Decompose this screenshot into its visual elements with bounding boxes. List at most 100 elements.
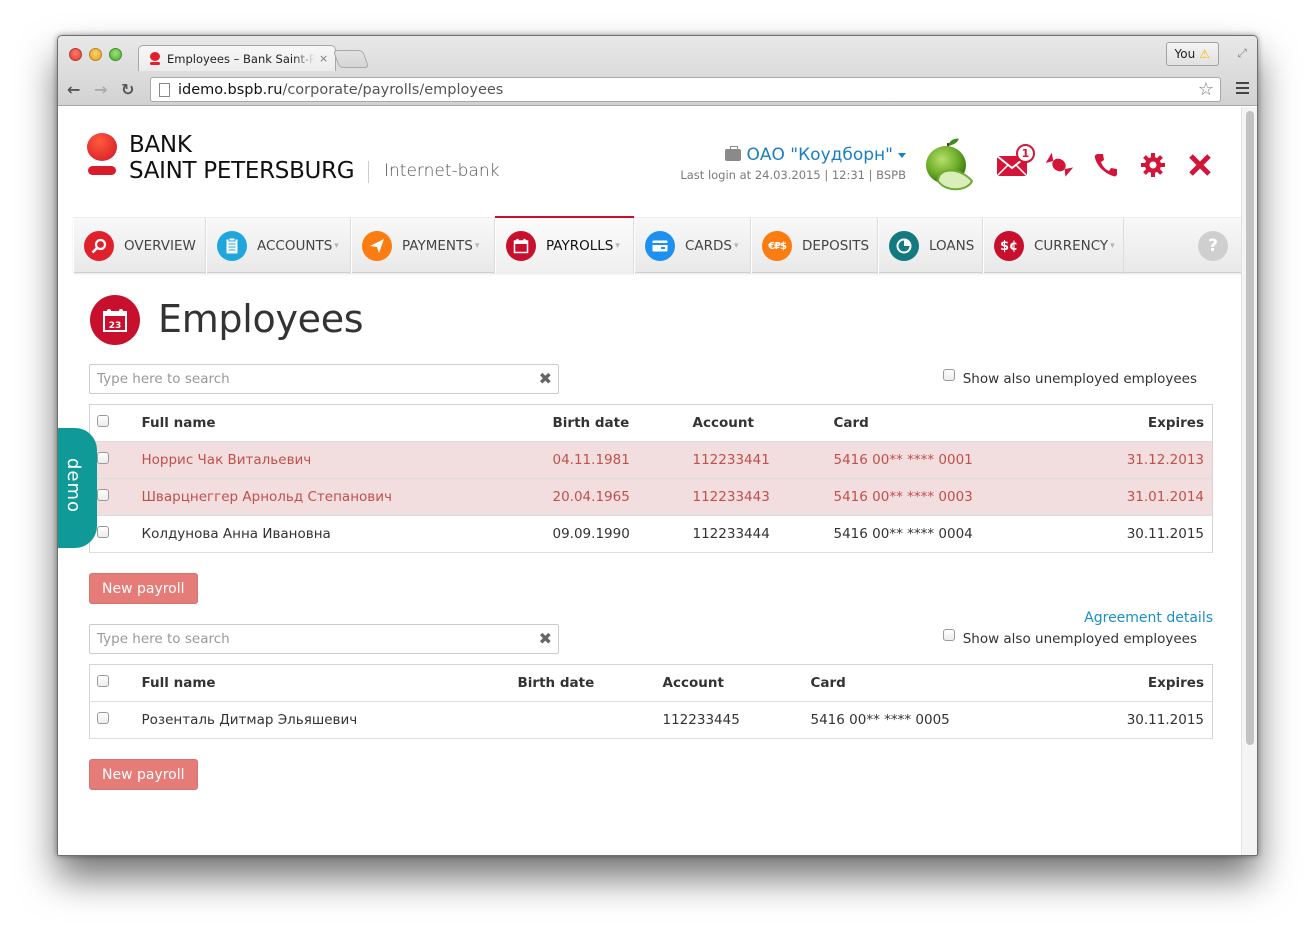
col-full-name[interactable]: Full name [141,664,518,702]
col-birth-date[interactable]: Birth date [552,404,693,442]
company-selector[interactable]: ОАО "Коудборн" Last login at 24.03.2015 … [680,145,906,182]
nav-currency[interactable]: $¢ CURRENCY ▾ [983,218,1124,274]
show-unemployed-label: Show also unemployed employees [962,371,1197,387]
nav-label: ACCOUNTS [257,238,333,254]
clear-search-icon[interactable]: ✖ [539,629,552,648]
vertical-scrollbar[interactable] [1241,107,1257,855]
gifts-button[interactable] [1035,151,1082,179]
new-payroll-button[interactable]: New payroll [89,573,198,604]
pie-icon [889,231,919,261]
table-row[interactable]: Розенталь Дитмар Эльяшевич 112233445 541… [89,701,1213,739]
col-birth-date[interactable]: Birth date [517,664,663,702]
nav-label: PAYROLLS [546,238,614,254]
settings-button[interactable] [1129,151,1176,179]
card-number: 5416 00** **** 0001 [833,441,1069,479]
bookmark-star-icon[interactable]: ☆ [1198,79,1214,100]
help-button[interactable]: ? [1198,231,1228,261]
scrollbar-thumb[interactable] [1246,111,1254,745]
search-field[interactable]: ✖ [89,364,559,394]
table-row[interactable]: Колдунова Анна Ивановна 09.09.1990 11223… [89,515,1213,553]
agreement-details-link[interactable]: Agreement details [1084,610,1213,626]
logo-line2: SAINT PETERSBURG [129,158,355,184]
col-card[interactable]: Card [833,404,1069,442]
select-all-checkbox[interactable] [97,415,109,427]
main-navigation: OVERVIEW ACCOUNTS ▾ PAYMENTS ▾ PAYROLLS … [73,216,1243,274]
close-window-button[interactable] [69,48,82,61]
row-checkbox[interactable] [97,489,109,501]
chevron-down-icon: ▾ [615,241,620,251]
nav-payrolls[interactable]: PAYROLLS ▾ [495,216,634,274]
nav-label: OVERVIEW [124,238,196,254]
minimize-window-button[interactable] [89,48,102,61]
nav-payments[interactable]: PAYMENTS ▾ [351,218,495,274]
row-checkbox[interactable] [97,712,109,724]
employee-name: Розенталь Дитмар Эльяшевич [141,701,518,739]
mail-button[interactable]: 1 [988,144,1035,179]
col-full-name[interactable]: Full name [141,404,553,442]
col-account[interactable]: Account [662,664,811,702]
birth-date: 04.11.1981 [552,441,693,479]
calendar-icon: 23 [90,295,140,345]
clear-search-icon[interactable]: ✖ [539,369,552,388]
col-account[interactable]: Account [692,404,834,442]
product-name: Internet-bank [384,161,500,181]
nav-accounts[interactable]: ACCOUNTS ▾ [206,218,351,274]
back-button[interactable]: ← [67,80,80,99]
search-input[interactable] [90,625,520,653]
demo-label: demo [63,458,84,514]
phone-icon [1094,154,1117,177]
expires-date: 30.11.2015 [1068,515,1213,553]
header-actions: 1 [988,144,1223,179]
nav-label: CARDS [685,238,733,254]
table-header-row: Full name Birth date Account Card Expire… [89,404,1213,442]
fullscreen-icon[interactable]: ⤢ [1237,46,1247,61]
browser-tab[interactable]: Employees – Bank Saint-Petersburg × [138,45,336,71]
nav-label: LOANS [929,238,975,254]
table-row[interactable]: Норрис Чак Витальевич 04.11.1981 1122334… [89,441,1213,479]
nav-deposits[interactable]: €₽$ DEPOSITS [751,218,878,274]
show-unemployed-toggle[interactable]: Show also unemployed employees [942,369,1197,387]
close-icon [1188,154,1211,176]
tab-close-icon[interactable]: × [319,52,328,65]
calendar-icon [506,231,536,261]
search-icon [84,231,114,261]
account-number: 112233443 [692,478,834,516]
candy-icon [1045,152,1073,177]
nav-loans[interactable]: LOANS [878,218,983,274]
show-unemployed-toggle[interactable]: Show also unemployed employees [942,629,1197,647]
search-field[interactable]: ✖ [89,624,559,654]
logo-bar-icon [88,166,116,175]
new-tab-button[interactable] [332,50,370,68]
logo-ball-icon [87,133,117,161]
table-row[interactable]: Шварцнеггер Арнольд Степанович 20.04.196… [89,478,1213,516]
apple-avatar-icon[interactable] [924,137,976,193]
logout-button[interactable] [1176,151,1223,179]
col-expires[interactable]: Expires [1059,664,1213,702]
chevron-down-icon: ▾ [1110,241,1115,251]
paper-plane-icon [362,231,392,261]
reload-button[interactable]: ↻ [121,80,134,99]
row-checkbox[interactable] [97,526,109,538]
address-bar[interactable]: idemo.bspb.ru/corporate/payrolls/employe… [150,77,1221,102]
demo-tab[interactable]: demo [58,428,97,548]
show-unemployed-checkbox[interactable] [942,629,955,641]
phone-button[interactable] [1082,151,1129,179]
profile-button[interactable]: You ⚠ [1165,42,1219,66]
show-unemployed-checkbox[interactable] [942,369,955,381]
browser-menu-icon[interactable] [1236,82,1249,97]
company-name: ОАО "Коудборн" [746,145,893,165]
nav-overview[interactable]: OVERVIEW [73,218,206,274]
profile-label: You [1174,47,1196,61]
row-checkbox[interactable] [97,452,109,464]
account-number: 112233445 [662,701,811,739]
new-payroll-button[interactable]: New payroll [89,759,198,790]
zoom-window-button[interactable] [109,48,122,61]
col-card[interactable]: Card [810,664,1060,702]
search-input[interactable] [90,365,520,393]
forward-button[interactable]: → [94,80,107,99]
card-number: 5416 00** **** 0005 [810,701,1060,739]
expires-date: 31.01.2014 [1068,478,1213,516]
select-all-checkbox[interactable] [97,675,109,687]
col-expires[interactable]: Expires [1068,404,1213,442]
nav-cards[interactable]: CARDS ▾ [634,218,751,274]
